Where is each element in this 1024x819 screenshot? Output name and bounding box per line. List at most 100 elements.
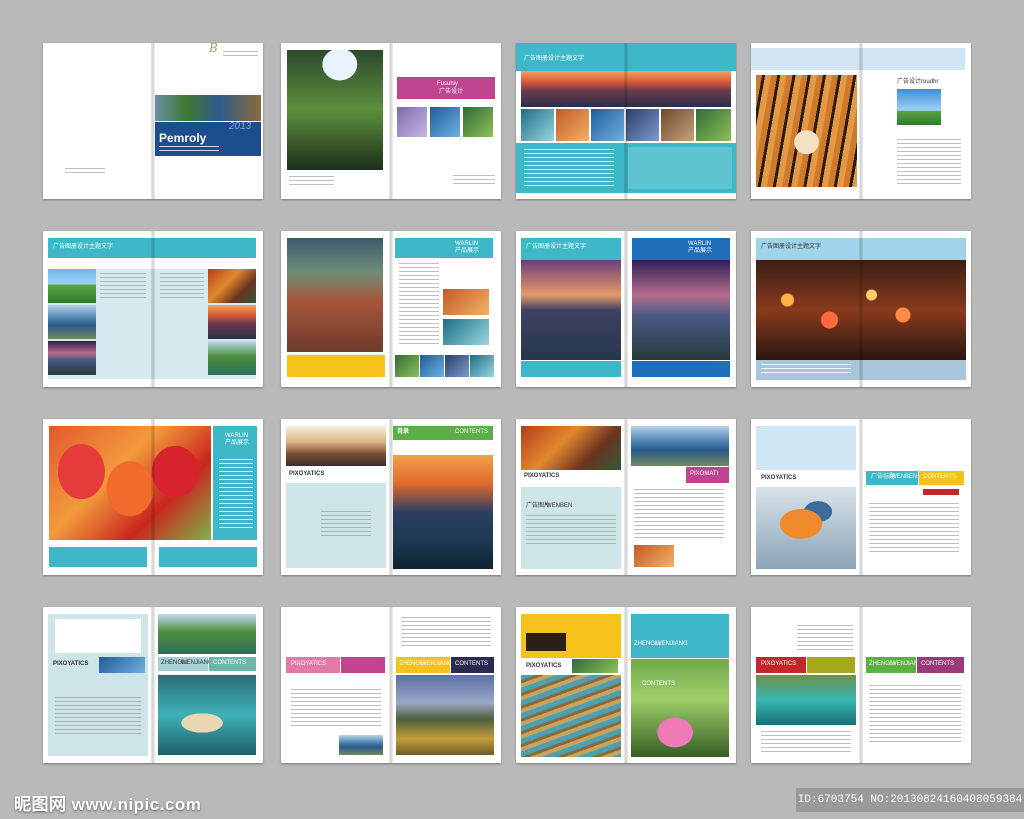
thumb-photo: [397, 107, 427, 137]
sunset-body-lines: [524, 149, 614, 187]
thumb-photo: [99, 657, 145, 673]
brochure-spread-duck: PIXOYATICS 广告标题 WENBEN CONTENTS: [751, 419, 971, 575]
thumb-photo: [696, 109, 731, 141]
grid-photo: [208, 341, 256, 375]
portrait-photo: [443, 319, 489, 345]
leaves-sub: 产品展示: [225, 440, 250, 446]
forest-photo: [287, 50, 383, 170]
brand-label: PIXOYATICS: [761, 661, 797, 667]
pixomati-tag: PIXOMATI: [690, 471, 719, 477]
bokeh-footer-lines: [761, 364, 851, 376]
reflection-photo: [393, 455, 493, 569]
lake-right-header: [632, 238, 730, 260]
canyon-tag: WARLIN: [455, 241, 479, 247]
coast-photo: [631, 426, 729, 466]
thumb-photo: [463, 107, 493, 137]
brand-label: PIXOYATICS: [53, 661, 89, 667]
duck-top-panel: [756, 426, 856, 470]
turquoise-pool-photo: [756, 675, 856, 725]
thumb-photo: [521, 109, 554, 141]
bokeh-camera-photo: [756, 260, 966, 360]
grid-photo: [208, 269, 256, 303]
brand-label: PIXOYATICS: [289, 471, 325, 477]
grid-photo: [48, 269, 96, 303]
peaks-body-lines: [291, 689, 381, 729]
thumb-photo: [420, 355, 444, 377]
lake-reflection-photo: [632, 260, 730, 360]
toc-label: 目录: [397, 429, 410, 435]
peaks-photo: [396, 675, 494, 755]
contents-left-lines: [321, 511, 371, 537]
peaks-magenta-box: [341, 657, 385, 673]
brochure-spread-mountain-lake: 广告图册设计主题文字 WARLIN 产品展示: [516, 231, 736, 387]
bokeh-header-text: 广告图册设计主题文字: [761, 244, 822, 250]
thumb-photo: [445, 355, 469, 377]
thumb-photo: [591, 109, 624, 141]
lotus-sub2: WENJIANG: [656, 641, 688, 647]
grid-body-lines: [100, 273, 146, 301]
nipic-url: www.nipic.com: [71, 795, 202, 814]
grid-photo: [48, 341, 96, 375]
thumb-photo: [661, 109, 694, 141]
lake-right-footer: [632, 361, 730, 377]
pixomati-body-lines: [634, 489, 724, 539]
thumb-photo: [470, 355, 494, 377]
image-id-badge: ID:6703754 NO:20130824160408059384: [796, 788, 1024, 812]
duck-body-lines: [869, 503, 959, 553]
brand-label: PIXOYATICS: [524, 473, 560, 479]
duck-sub2: WENBEN: [891, 474, 918, 480]
grid-body-lines: [160, 273, 204, 301]
meadow-photo: [158, 614, 256, 654]
aerial-body-lines: [55, 697, 141, 737]
thumb-photo: [556, 109, 589, 141]
nipic-logo-text: 昵图网: [14, 795, 67, 815]
tiger-subtitle: ruudhr: [921, 79, 939, 85]
fusuhiy-footer-lines: [453, 175, 495, 185]
duck-contents: CONTENTS: [923, 474, 956, 480]
rice-terrace-photo: [521, 675, 621, 757]
brochure-spread-autumn: PIXOYATICS 广告图片 WENBEN PIXOMATI: [516, 419, 736, 575]
lake-footer-band: [521, 361, 621, 377]
mandarin-duck-photo: [756, 487, 856, 569]
canyon-sub: 产品展示: [455, 248, 480, 254]
cover-subtitle-lines: [159, 146, 219, 152]
contents-label: CONTENTS: [455, 429, 488, 435]
grid-photo: [208, 305, 256, 339]
brochure-spread-peaks: PIXOYATICS ZHENGLI WENJIANG CONTENTS: [281, 607, 501, 763]
lake-sub: 产品展示: [688, 248, 713, 254]
canyon-body-lines: [399, 263, 439, 347]
mountain-lake-photo: [521, 260, 621, 360]
cover-brand-title: Pemroly: [159, 131, 207, 145]
forest-caption-lines: [289, 176, 334, 186]
fusuhiy-tag: Fusuhiy: [437, 81, 459, 87]
thumb-photo: [634, 545, 674, 567]
brochure-spread-forest: Fusuhiy 广告设计: [281, 43, 501, 199]
cover-script-lines: [223, 51, 258, 59]
brochure-spread-contents-a: PIXOYATICS 目录 CONTENTS: [281, 419, 501, 575]
grid-photo: [48, 305, 96, 339]
tiger-side-photo: [897, 89, 941, 125]
thumb-photo: [626, 109, 659, 141]
nipic-watermark: 昵图网 www.nipic.com: [14, 790, 201, 815]
lotus-photo: [631, 659, 729, 757]
people-photo: [286, 426, 386, 466]
brand-label: PIXOYATICS: [291, 661, 327, 667]
brochure-spread-bokeh: 广告图册设计主题文字: [751, 231, 971, 387]
pool-body-lines: [761, 731, 851, 753]
brand-label: PIXOYATICS: [761, 475, 797, 481]
autumn-body-lines: [526, 515, 616, 545]
sunset-right-block: [628, 147, 732, 189]
lake-header-text: 广告图册设计主题文字: [526, 244, 587, 250]
peaks-sub2: WENJIANG: [421, 661, 453, 667]
thumb-photo: [339, 735, 383, 755]
fusuhiy-sub: 广告设计: [439, 89, 464, 95]
pool-contents: CONTENTS: [921, 661, 954, 667]
brochure-spread-aerial: PIXOYATICS ZHENGLI WENJIANG CONTENTS: [43, 607, 263, 763]
canyon-photo: [287, 238, 383, 352]
cover-year: 2013: [229, 121, 252, 132]
pool-right-lines: [869, 685, 961, 745]
brochure-spread-lotus: PIXOYATICS ZHENGLI WENJIANG CONTENTS: [516, 607, 736, 763]
tiger-photo: [756, 75, 857, 187]
red-leaves-photo: [49, 426, 211, 540]
duck-red-tag: [923, 489, 959, 495]
